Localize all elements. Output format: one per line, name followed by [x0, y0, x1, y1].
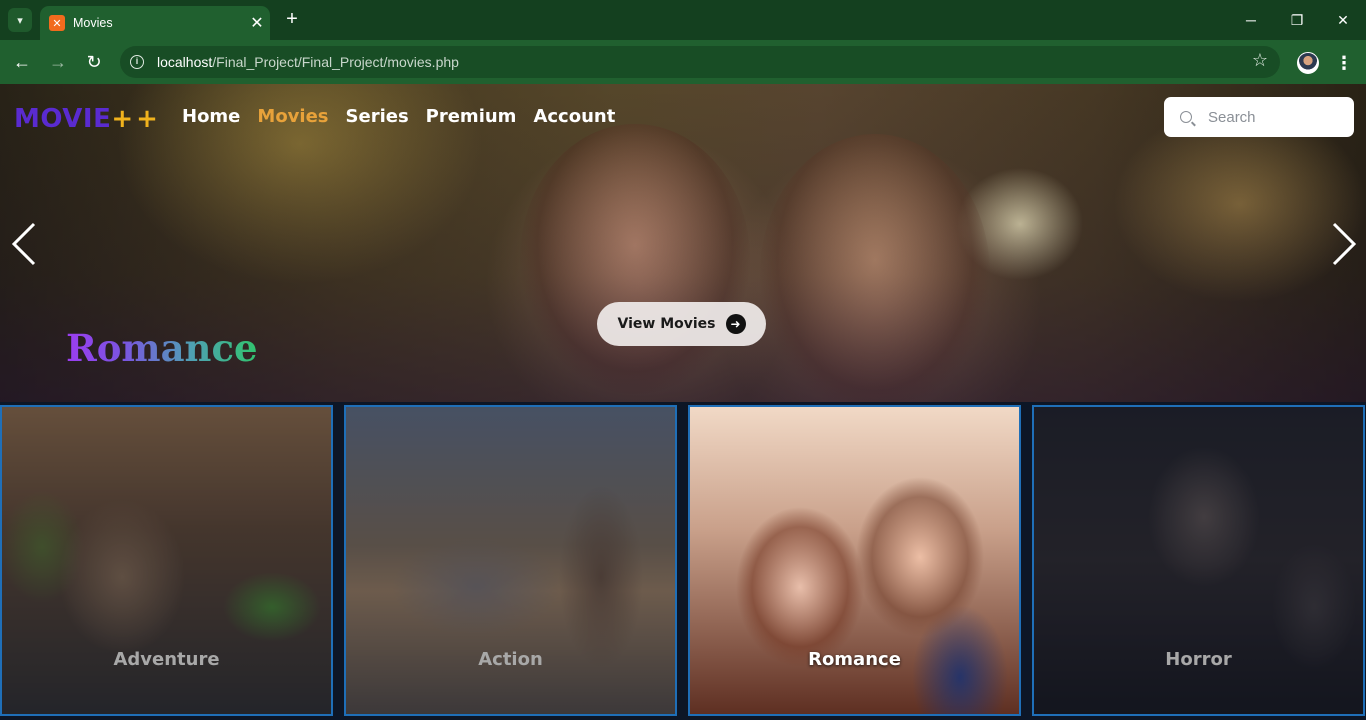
browser-tab[interactable]: ✕ Movies ✕ [40, 6, 270, 40]
nav-home[interactable]: Home [182, 106, 240, 127]
nav-series[interactable]: Series [346, 106, 409, 127]
genre-card-action[interactable]: Action [344, 405, 677, 716]
new-tab-button[interactable]: + [280, 8, 304, 32]
back-button[interactable]: ← [8, 48, 36, 76]
genre-card-label: Action [478, 649, 543, 670]
view-movies-button[interactable]: View Movies ➜ [597, 302, 766, 346]
genre-cards: Adventure Action Romance Horror [0, 402, 1366, 720]
nav-account[interactable]: Account [533, 106, 615, 127]
nav-movies[interactable]: Movies [257, 106, 328, 127]
forward-button[interactable]: → [44, 48, 72, 76]
view-movies-label: View Movies [617, 316, 716, 332]
site-info-icon[interactable]: i [120, 46, 154, 78]
bookmark-star-icon[interactable]: ☆ [1252, 50, 1268, 71]
hero-banner: MOVIE++ Home Movies Series Premium Accou… [0, 84, 1366, 402]
xampp-icon: ✕ [49, 15, 65, 31]
nav-premium[interactable]: Premium [426, 106, 517, 127]
genre-card-label: Horror [1165, 649, 1232, 670]
genre-card-adventure[interactable]: Adventure [0, 405, 333, 716]
genre-card-label: Romance [808, 649, 901, 670]
close-tab-icon[interactable]: ✕ [244, 13, 270, 33]
search-box [1164, 97, 1354, 137]
search-input[interactable] [1208, 108, 1338, 126]
reload-button[interactable]: ↻ [80, 48, 108, 76]
restore-button[interactable]: ❐ [1274, 6, 1320, 34]
prev-slide-arrow[interactable] [10, 222, 40, 266]
genre-card-romance[interactable]: Romance [688, 405, 1021, 716]
browser-menu-icon[interactable]: ⋮ [1332, 50, 1356, 76]
arrow-right-icon: ➜ [725, 314, 746, 334]
main-nav: Home Movies Series Premium Account [182, 106, 615, 127]
address-bar[interactable]: i localhost/Final_Project/Final_Project/… [120, 46, 1280, 78]
site-logo[interactable]: MOVIE++ [14, 104, 161, 134]
browser-tab-bar: ▾ ✕ Movies ✕ + ─ ❐ ✕ [0, 0, 1366, 40]
tab-search-button[interactable]: ▾ [8, 8, 32, 32]
genre-card-label: Adventure [113, 649, 220, 670]
browser-toolbar: ← → ↻ i localhost/Final_Project/Final_Pr… [0, 40, 1366, 84]
search-icon [1164, 111, 1208, 123]
url-text: localhost/Final_Project/Final_Project/mo… [157, 54, 459, 70]
close-window-button[interactable]: ✕ [1320, 6, 1366, 34]
minimize-button[interactable]: ─ [1228, 6, 1274, 34]
hero-genre-title: Romance [66, 326, 258, 370]
genre-card-horror[interactable]: Horror [1032, 405, 1365, 716]
next-slide-arrow[interactable] [1328, 222, 1358, 266]
profile-avatar[interactable] [1297, 52, 1319, 74]
tab-title: Movies [73, 16, 113, 30]
